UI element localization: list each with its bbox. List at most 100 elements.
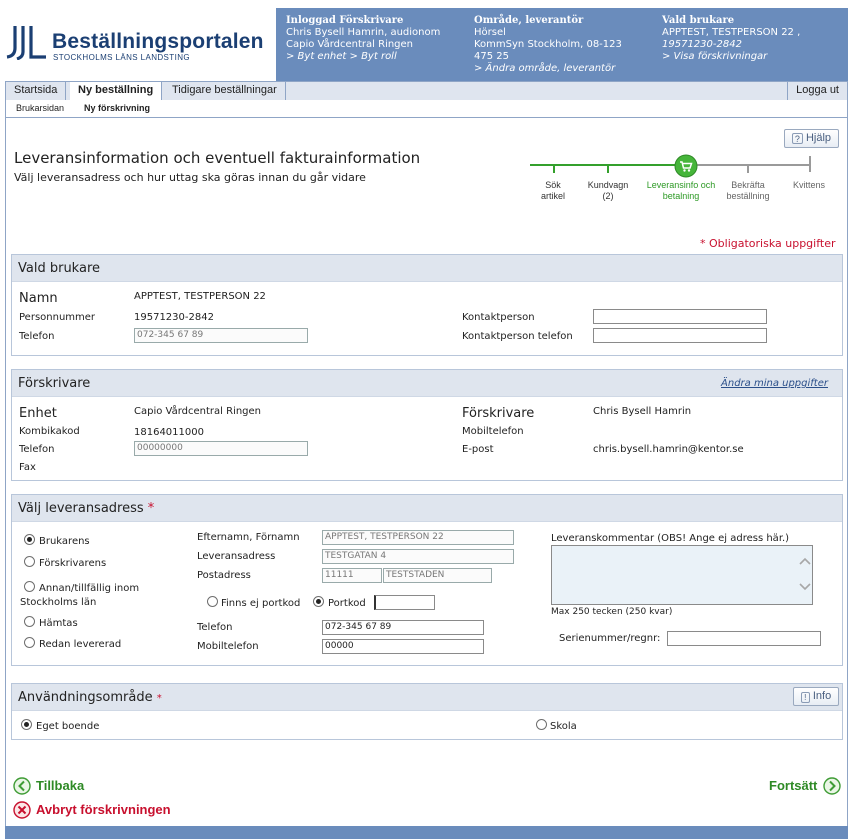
step-tick-5 bbox=[809, 156, 811, 172]
radio-brukarens[interactable] bbox=[24, 534, 35, 545]
change-unit-role-link[interactable]: > Byt enhet > Byt roll bbox=[286, 51, 440, 63]
unit-value: Capio Vårdcentral Ringen bbox=[134, 406, 262, 417]
prescriber-label: Förskrivare bbox=[462, 406, 535, 421]
area-heading: Område, leverantör bbox=[474, 15, 584, 26]
info-button[interactable]: ! Info bbox=[793, 687, 839, 706]
tab-startsida[interactable]: Startsida bbox=[6, 82, 67, 100]
panel-title-forskrivare: Förskrivare bbox=[18, 376, 91, 391]
step-tick-2 bbox=[607, 165, 609, 173]
step-tick-1 bbox=[553, 165, 555, 173]
pnr-label: Personnummer bbox=[19, 312, 96, 323]
serial-input[interactable] bbox=[667, 631, 821, 646]
sll-logo-icon bbox=[6, 26, 46, 60]
area-info: Område, leverantör Hörsel KommSyn Stockh… bbox=[474, 15, 622, 75]
radio-portcode[interactable] bbox=[313, 596, 324, 607]
subnav-ny-forskrivning[interactable]: Ny förskrivning bbox=[84, 103, 150, 113]
portcode-input[interactable] bbox=[374, 595, 435, 610]
contact-label: Kontaktperson bbox=[462, 312, 535, 323]
radio-eget-boende[interactable] bbox=[21, 719, 32, 730]
subnav-brukarsidan[interactable]: Brukarsidan bbox=[16, 103, 64, 113]
back-link[interactable]: Tillbaka bbox=[36, 778, 84, 793]
radio-hamtas[interactable] bbox=[24, 616, 35, 627]
email-value: chris.bysell.hamrin@kentor.se bbox=[593, 444, 744, 455]
brand-title: Beställningsportalen bbox=[52, 30, 264, 53]
help-button[interactable]: ? Hjälp bbox=[784, 129, 839, 148]
postal-label: Postadress bbox=[197, 570, 251, 581]
tab-tidigare-bestallningar[interactable]: Tidigare beställningar bbox=[164, 82, 286, 100]
mobile-label: Mobiltelefon bbox=[462, 426, 524, 437]
panel-title-leverans: Välj leveransadress * bbox=[18, 501, 155, 516]
step-tick-4 bbox=[747, 165, 749, 173]
unit-label: Enhet bbox=[19, 406, 57, 421]
option-brukarens: Brukarens bbox=[39, 536, 90, 547]
main-nav: Startsida Ny beställning Tidigare bestäl… bbox=[5, 81, 848, 102]
radio-skola[interactable] bbox=[536, 719, 547, 730]
brand-subtitle: STOCKHOLMS LÄNS LANDSTING bbox=[53, 53, 190, 62]
info-label: Info bbox=[812, 690, 832, 702]
panel-header: Förskrivare Ändra mina uppgifter bbox=[12, 370, 842, 397]
panel-title-vald-brukare: Vald brukare bbox=[18, 261, 101, 276]
required-note: * Obligatoriska uppgifter bbox=[700, 237, 836, 250]
name-label: Namn bbox=[19, 291, 58, 306]
step-label-3: Leveransinfo och betalning bbox=[646, 180, 716, 201]
fax-label: Fax bbox=[19, 462, 36, 473]
delivery-name-label: Efternamn, Förnamn bbox=[197, 532, 300, 543]
option-annan: Annan/tillfällig inom bbox=[39, 583, 140, 594]
prescriber-unit: Capio Vårdcentral Ringen bbox=[286, 39, 414, 50]
cancel-x-icon[interactable] bbox=[13, 801, 31, 819]
contact-input[interactable] bbox=[593, 309, 767, 324]
delivery-mobile-label: Mobiltelefon bbox=[197, 641, 259, 652]
zip-input[interactable]: 11111 bbox=[322, 568, 382, 583]
panel-leveransadress: Välj leveransadress * Brukarens Förskriv… bbox=[11, 494, 843, 666]
radio-redan-levererad[interactable] bbox=[24, 637, 35, 648]
cancel-prescription-link[interactable]: Avbryt förskrivningen bbox=[36, 802, 171, 817]
progress-line-todo bbox=[690, 164, 810, 166]
panel-anvandningsomrade: Användningsområde * ! Info Eget boende S… bbox=[11, 683, 843, 740]
city-input[interactable]: TESTSTADEN bbox=[383, 568, 492, 583]
delivery-mobile-input[interactable]: 00000 bbox=[322, 639, 484, 654]
next-arrow-icon[interactable] bbox=[823, 777, 841, 795]
phone-label: Telefon bbox=[19, 331, 55, 342]
change-area-link[interactable]: > Ändra område, leverantör bbox=[474, 63, 622, 75]
prescriber-heading: Inloggad Förskrivare bbox=[286, 15, 404, 26]
panel-title-anvandning: Användningsområde * bbox=[18, 690, 162, 705]
presc-phone-input[interactable]: 00000000 bbox=[134, 441, 308, 456]
required-star: * bbox=[156, 693, 162, 704]
required-star: * bbox=[147, 501, 155, 516]
option-eget-boende: Eget boende bbox=[36, 721, 100, 732]
delivery-phone-label: Telefon bbox=[197, 622, 233, 633]
radio-forskrivarens[interactable] bbox=[24, 556, 35, 567]
delivery-comment-textarea[interactable] bbox=[551, 545, 813, 605]
supplier-phone-cont: 475 25 bbox=[474, 51, 509, 62]
option-forskrivarens: Förskrivarens bbox=[39, 558, 107, 569]
logo-area: Beställningsportalen STOCKHOLMS LÄNS LAN… bbox=[0, 0, 276, 80]
help-label: Hjälp bbox=[805, 132, 832, 144]
panel-header: Vald brukare bbox=[12, 255, 842, 282]
name-value: APPTEST, TESTPERSON 22 bbox=[134, 291, 266, 302]
header-info-bar: Inloggad Förskrivare Chris Bysell Hamrin… bbox=[276, 8, 848, 81]
show-prescriptions-link[interactable]: > Visa förskrivningar bbox=[662, 51, 800, 63]
question-icon: ? bbox=[791, 133, 803, 144]
serial-label: Serienummer/regnr: bbox=[559, 633, 661, 644]
delivery-phone-input[interactable]: 072-345 67 89 bbox=[322, 620, 484, 635]
next-link[interactable]: Fortsätt bbox=[769, 778, 817, 793]
user-heading: Vald brukare bbox=[662, 15, 735, 26]
back-arrow-icon[interactable] bbox=[13, 777, 31, 795]
delivery-name-input[interactable]: APPTEST, TESTPERSON 22 bbox=[322, 530, 514, 545]
radio-no-portcode[interactable] bbox=[207, 596, 218, 607]
panel-vald-brukare: Vald brukare Namn APPTEST, TESTPERSON 22… bbox=[11, 254, 843, 356]
radio-annan[interactable] bbox=[24, 581, 35, 592]
delivery-address-input[interactable]: TESTGATAN 4 bbox=[322, 549, 514, 564]
edit-my-details-link[interactable]: Ändra mina uppgifter bbox=[721, 378, 828, 389]
prescriber-name: Chris Bysell Hamrin, audionom bbox=[286, 27, 441, 38]
option-hamtas: Hämtas bbox=[39, 618, 78, 629]
supplier-name: KommSyn Stockholm, 08-123 bbox=[474, 39, 622, 50]
contact-phone-input[interactable] bbox=[593, 328, 767, 343]
logout-button[interactable]: Logga ut bbox=[787, 82, 847, 100]
step-label-2: Kundvagn (2) bbox=[587, 180, 629, 201]
tab-ny-bestallning[interactable]: Ny beställning bbox=[70, 82, 163, 102]
option-redan-levererad: Redan levererad bbox=[39, 639, 122, 650]
contact-phone-label: Kontaktperson telefon bbox=[462, 331, 573, 342]
phone-input[interactable]: 072-345 67 89 bbox=[134, 328, 308, 343]
textarea-scroll-arrows-icon[interactable] bbox=[797, 553, 813, 597]
